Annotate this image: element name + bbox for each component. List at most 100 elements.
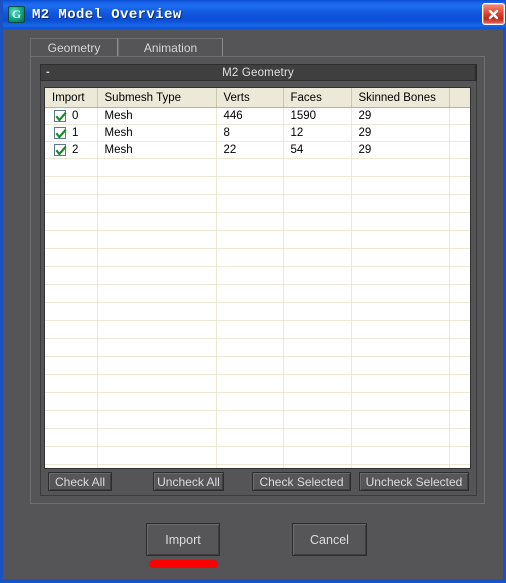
cell-empty xyxy=(283,374,352,393)
submesh-grid[interactable]: Import Submesh Type Verts Faces Skinned … xyxy=(44,87,471,469)
import-checkbox[interactable] xyxy=(54,127,67,139)
column-header-extra[interactable] xyxy=(449,88,470,108)
cell-empty xyxy=(449,230,470,249)
table-row-empty[interactable] xyxy=(45,410,470,429)
cell-empty xyxy=(351,320,450,339)
cell-import[interactable]: 2 xyxy=(45,141,98,159)
cell-empty xyxy=(45,284,98,303)
cell-empty xyxy=(97,248,217,267)
table-row-empty[interactable] xyxy=(45,356,470,375)
cell-empty xyxy=(216,176,284,195)
cell-empty xyxy=(449,248,470,267)
table-row-empty[interactable] xyxy=(45,446,470,465)
table-row-empty[interactable] xyxy=(45,212,470,231)
cell-empty xyxy=(283,338,352,357)
cell-empty xyxy=(283,410,352,429)
cell-empty xyxy=(283,194,352,213)
cell-empty xyxy=(45,464,98,468)
cell-empty xyxy=(97,392,217,411)
table-row-empty[interactable] xyxy=(45,338,470,357)
cell-empty xyxy=(449,194,470,213)
table-row-empty[interactable] xyxy=(45,248,470,267)
import-checkbox[interactable] xyxy=(54,144,67,156)
column-header-faces[interactable]: Faces xyxy=(283,88,352,108)
table-row-empty[interactable] xyxy=(45,374,470,393)
row-index-label: 0 xyxy=(72,110,79,122)
cell-extra xyxy=(449,141,470,159)
cell-empty xyxy=(97,320,217,339)
cell-import[interactable]: 1 xyxy=(45,124,98,142)
cell-empty xyxy=(216,374,284,393)
table-row-empty[interactable] xyxy=(45,464,470,468)
cell-empty xyxy=(97,302,217,321)
cell-empty xyxy=(45,158,98,177)
check-all-button[interactable]: Check All xyxy=(48,472,112,491)
table-row-empty[interactable] xyxy=(45,194,470,213)
cell-empty xyxy=(45,266,98,285)
tab-strip: Geometry Animation xyxy=(30,38,485,57)
cell-empty xyxy=(97,212,217,231)
cell-import[interactable]: 0 xyxy=(45,107,98,125)
window-titlebar[interactable]: M2 Model Overview xyxy=(3,0,506,29)
table-row-empty[interactable] xyxy=(45,302,470,321)
cell-empty xyxy=(283,428,352,447)
row-index-label: 2 xyxy=(72,144,79,156)
uncheck-selected-label: Uncheck Selected xyxy=(365,474,463,489)
cell-empty xyxy=(97,158,217,177)
cell-extra xyxy=(449,107,470,125)
geometry-rollout-header[interactable]: - M2 Geometry xyxy=(40,64,477,81)
table-row-empty[interactable] xyxy=(45,392,470,411)
table-row-empty[interactable] xyxy=(45,428,470,447)
cell-empty xyxy=(351,284,450,303)
cell-empty xyxy=(45,338,98,357)
cell-empty xyxy=(45,374,98,393)
close-icon[interactable] xyxy=(482,3,505,25)
table-row[interactable]: 2 Mesh 22 54 29 xyxy=(45,141,470,159)
cell-empty xyxy=(216,464,284,468)
cell-empty xyxy=(351,212,450,231)
column-header-verts[interactable]: Verts xyxy=(216,88,284,108)
import-checkbox[interactable] xyxy=(54,110,67,122)
cell-empty xyxy=(216,320,284,339)
cell-empty xyxy=(351,428,450,447)
table-row-empty[interactable] xyxy=(45,176,470,195)
cell-empty xyxy=(351,230,450,249)
uncheck-all-label: Uncheck All xyxy=(157,474,220,489)
table-row[interactable]: 0 Mesh 446 1590 29 xyxy=(45,107,470,125)
cell-empty xyxy=(45,176,98,195)
table-row-empty[interactable] xyxy=(45,320,470,339)
uncheck-all-button[interactable]: Uncheck All xyxy=(153,472,224,491)
cell-empty xyxy=(449,410,470,429)
cell-faces: 54 xyxy=(283,141,352,159)
cell-empty xyxy=(97,464,217,468)
column-header-skinned-bones[interactable]: Skinned Bones xyxy=(351,88,450,108)
check-selected-button[interactable]: Check Selected xyxy=(252,472,351,491)
column-header-submesh-type[interactable]: Submesh Type xyxy=(97,88,217,108)
cell-submesh-type: Mesh xyxy=(97,107,217,125)
cell-empty xyxy=(216,338,284,357)
cell-empty xyxy=(283,266,352,285)
cell-empty xyxy=(449,266,470,285)
cell-empty xyxy=(97,266,217,285)
geometry-rollout-title: M2 Geometry xyxy=(222,66,294,79)
table-row-empty[interactable] xyxy=(45,284,470,303)
cell-empty xyxy=(97,428,217,447)
column-header-import[interactable]: Import xyxy=(45,88,98,108)
cell-empty xyxy=(351,446,450,465)
tab-animation[interactable]: Animation xyxy=(118,38,223,57)
cell-empty xyxy=(449,428,470,447)
app-logo-icon xyxy=(8,6,25,23)
m2-model-overview-window: M2 Model Overview Geometry Animation - M… xyxy=(0,0,506,583)
cell-empty xyxy=(45,320,98,339)
import-button[interactable]: Import xyxy=(146,523,220,556)
tab-geometry[interactable]: Geometry xyxy=(30,38,118,57)
cell-empty xyxy=(97,374,217,393)
table-row-empty[interactable] xyxy=(45,266,470,285)
table-row-empty[interactable] xyxy=(45,158,470,177)
cell-empty xyxy=(351,374,450,393)
table-row-empty[interactable] xyxy=(45,230,470,249)
table-row[interactable]: 1 Mesh 8 12 29 xyxy=(45,124,470,142)
cell-verts: 446 xyxy=(216,107,284,125)
uncheck-selected-button[interactable]: Uncheck Selected xyxy=(359,472,469,491)
cancel-button[interactable]: Cancel xyxy=(292,523,367,556)
